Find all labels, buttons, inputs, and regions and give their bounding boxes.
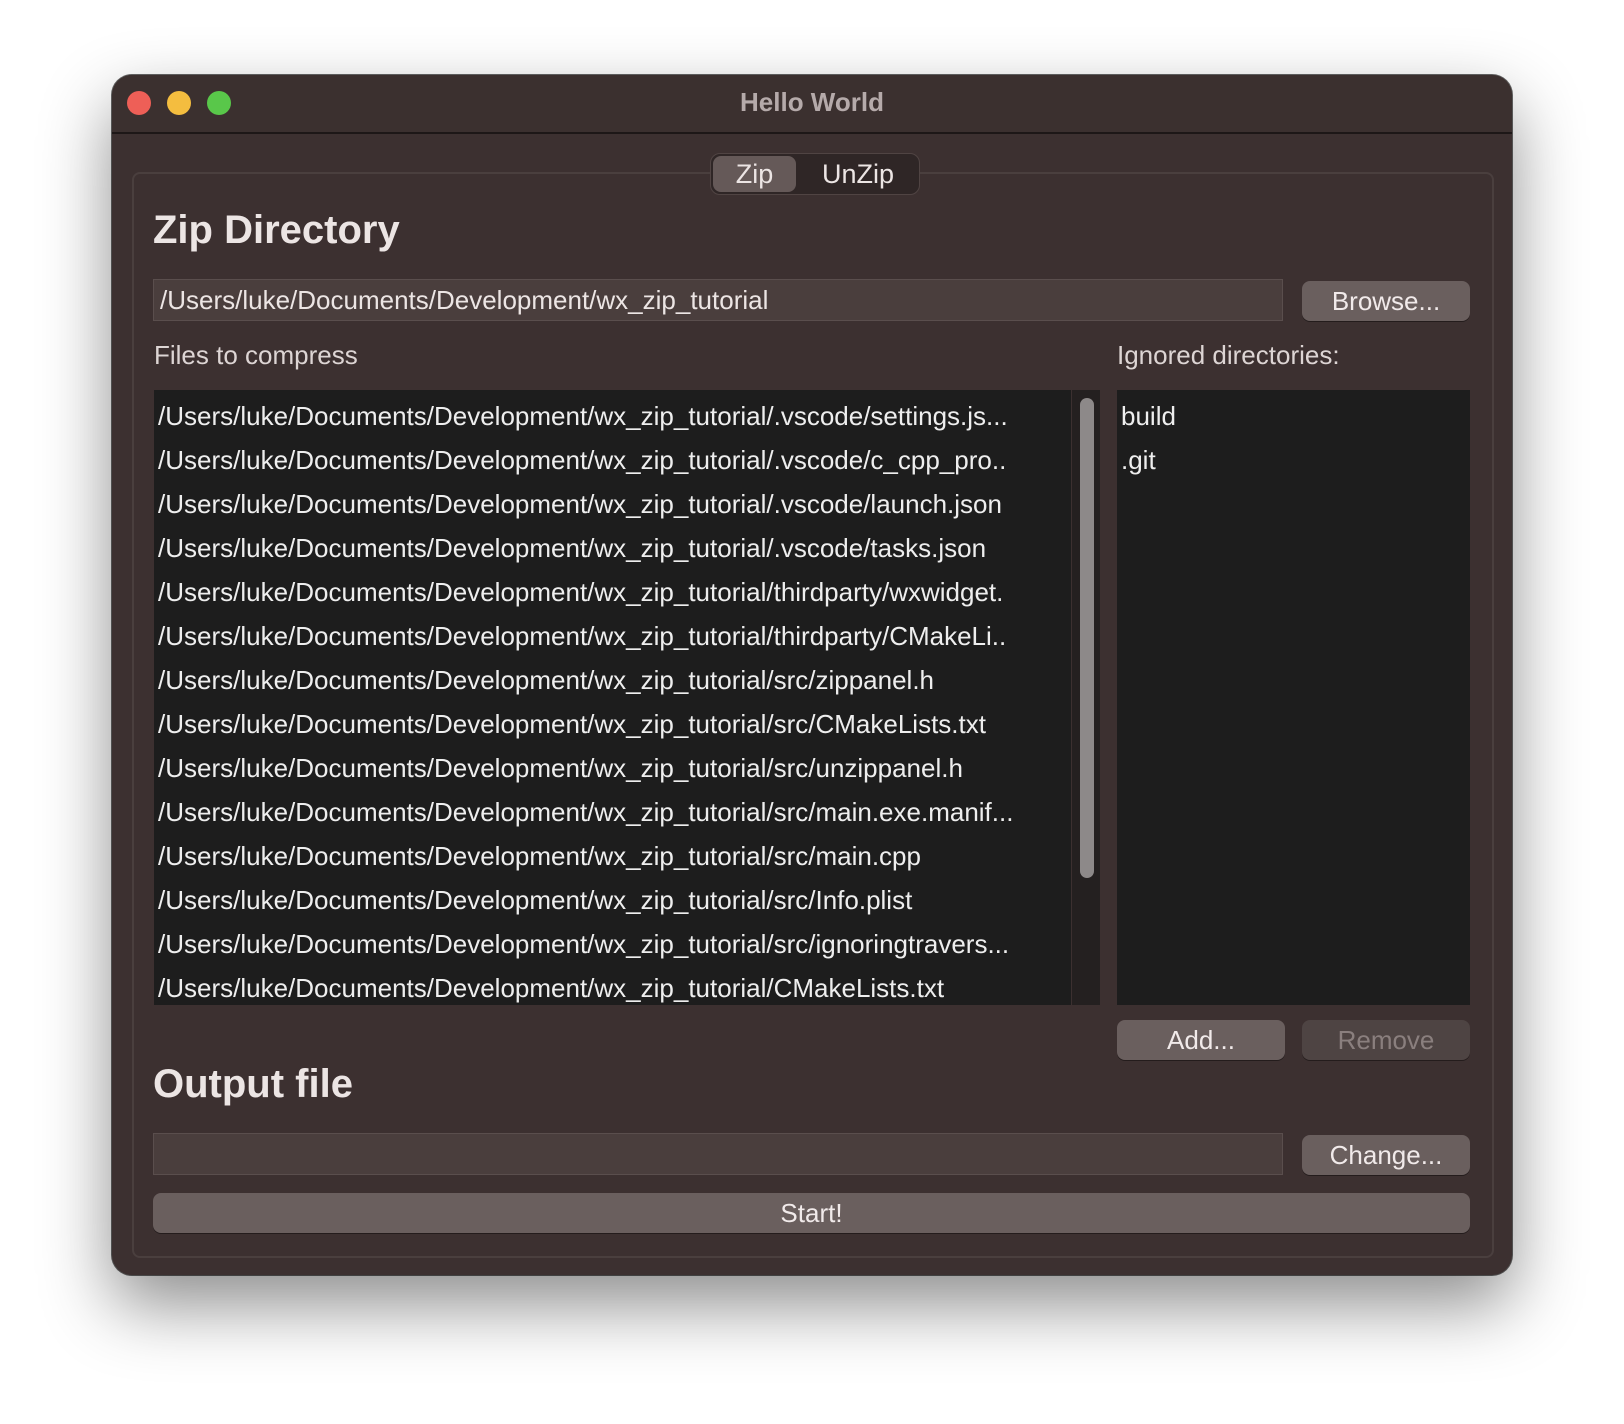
tab-zip[interactable]: Zip (713, 156, 796, 192)
file-list-item[interactable]: /Users/luke/Documents/Development/wx_zip… (158, 834, 921, 878)
file-list-item[interactable]: /Users/luke/Documents/Development/wx_zip… (158, 746, 963, 790)
files-list-scrollbar[interactable] (1072, 390, 1100, 1005)
scrollbar-thumb[interactable] (1080, 398, 1094, 878)
remove-ignored-button[interactable]: Remove (1302, 1020, 1470, 1060)
files-list[interactable]: /Users/luke/Documents/Development/wx_zip… (154, 390, 1071, 1005)
file-list-item[interactable]: /Users/luke/Documents/Development/wx_zip… (158, 614, 1006, 658)
app-window: Hello World Zip UnZip Zip Directory /Use… (112, 75, 1512, 1275)
files-to-compress-label: Files to compress (154, 340, 358, 370)
output-file-field[interactable] (153, 1133, 1283, 1175)
title-bar[interactable]: Hello World (112, 75, 1512, 134)
ignored-directories-label: Ignored directories: (1117, 340, 1340, 370)
window-title: Hello World (740, 87, 884, 117)
file-list-item[interactable]: /Users/luke/Documents/Development/wx_zip… (158, 482, 1002, 526)
file-list-item[interactable]: /Users/luke/Documents/Development/wx_zip… (158, 658, 934, 702)
browse-button[interactable]: Browse... (1302, 281, 1470, 321)
tab-unzip[interactable]: UnZip (799, 154, 917, 194)
output-file-heading: Output file (153, 1062, 353, 1106)
file-list-item[interactable]: /Users/luke/Documents/Development/wx_zip… (158, 702, 986, 746)
file-list-item[interactable]: /Users/luke/Documents/Development/wx_zip… (158, 526, 986, 570)
file-list-item[interactable]: /Users/luke/Documents/Development/wx_zip… (158, 922, 1009, 966)
tab-bar: Zip UnZip (710, 153, 920, 195)
ignored-directory-item[interactable]: .git (1121, 438, 1156, 482)
file-list-item[interactable]: /Users/luke/Documents/Development/wx_zip… (158, 570, 1003, 614)
file-list-item[interactable]: /Users/luke/Documents/Development/wx_zip… (158, 878, 912, 922)
ignored-directory-item[interactable]: build (1121, 394, 1176, 438)
file-list-item[interactable]: /Users/luke/Documents/Development/wx_zip… (158, 394, 1008, 438)
ignored-directories-list[interactable]: build .git (1117, 390, 1470, 1005)
directory-path-field[interactable]: /Users/luke/Documents/Development/wx_zip… (153, 279, 1283, 321)
zip-directory-heading: Zip Directory (153, 208, 400, 252)
add-ignored-button[interactable]: Add... (1117, 1020, 1285, 1060)
file-list-item[interactable]: /Users/luke/Documents/Development/wx_zip… (158, 438, 1006, 482)
file-list-item[interactable]: /Users/luke/Documents/Development/wx_zip… (158, 790, 1013, 834)
file-list-item[interactable]: /Users/luke/Documents/Development/wx_zip… (158, 966, 944, 1005)
change-output-button[interactable]: Change... (1302, 1135, 1470, 1175)
start-button[interactable]: Start! (153, 1193, 1470, 1233)
